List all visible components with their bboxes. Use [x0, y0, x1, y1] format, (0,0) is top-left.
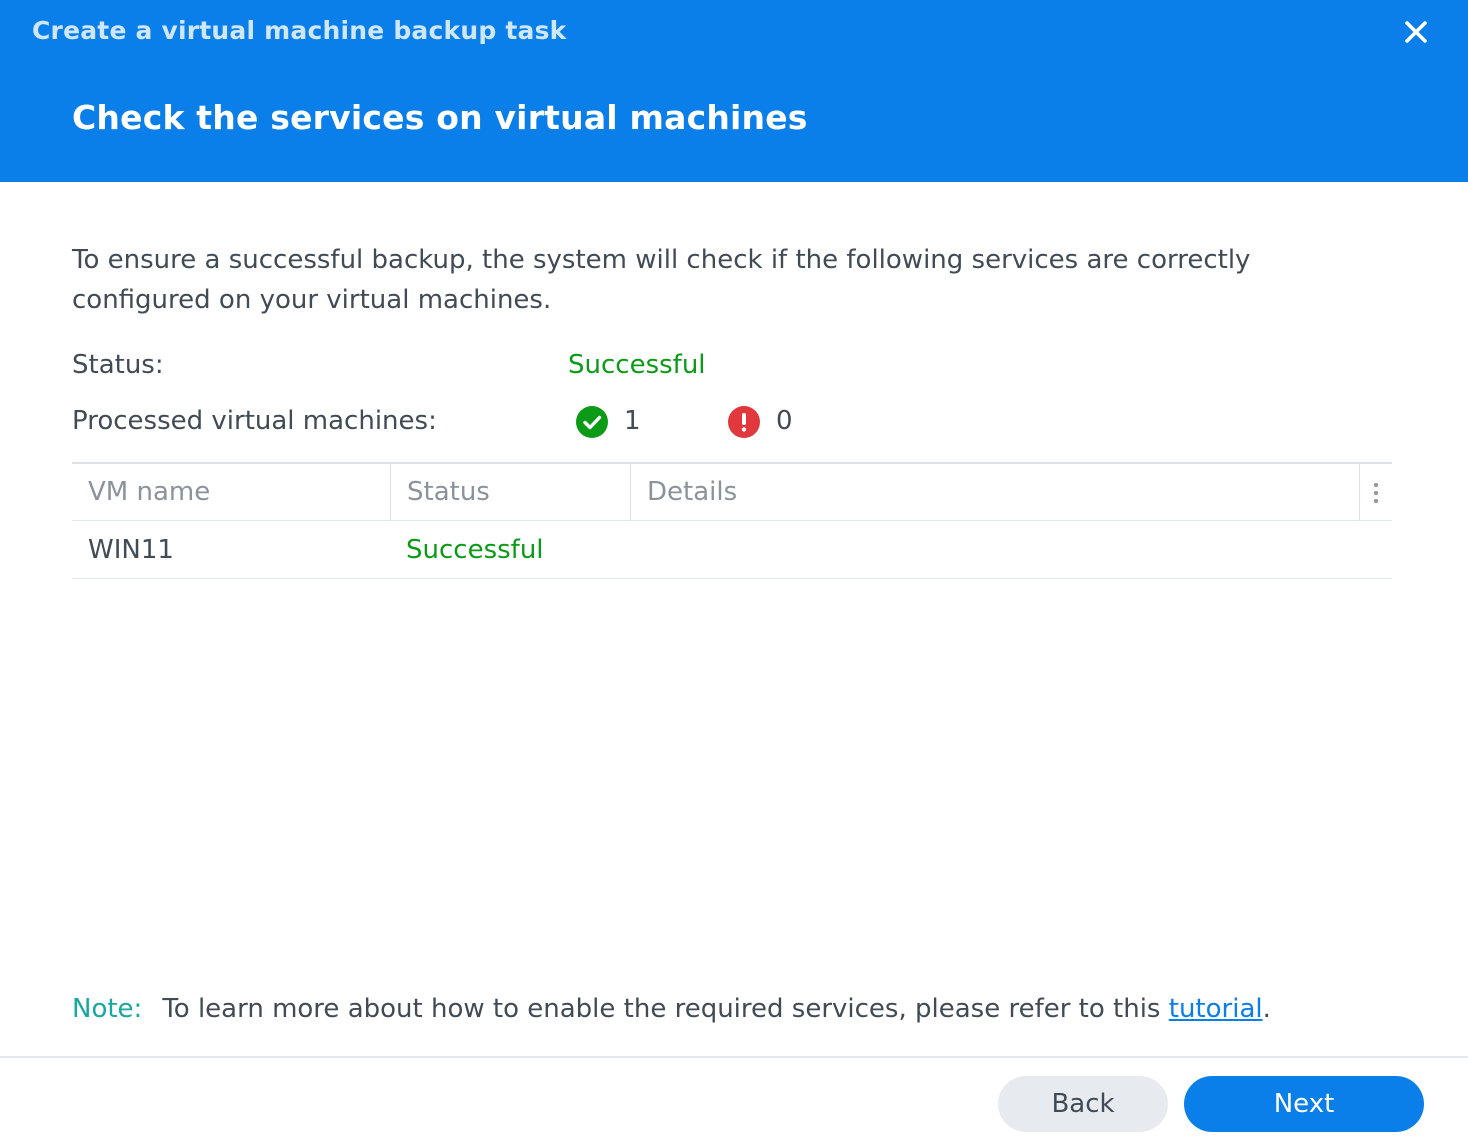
note-suffix: .: [1262, 994, 1271, 1024]
vm-check-table: VM name Status Details WIN11 Successful: [72, 462, 1392, 579]
close-icon: [1405, 21, 1427, 43]
close-button[interactable]: [1396, 14, 1436, 50]
step-title: Check the services on virtual machines: [72, 98, 808, 137]
success-count: 1: [624, 406, 641, 436]
cell-status: Successful: [406, 535, 544, 565]
note-body: To learn more about how to enable the re…: [162, 994, 1169, 1024]
note-text: Note: To learn more about how to enable t…: [72, 994, 1271, 1024]
error-count: 0: [776, 406, 793, 436]
vertical-dots-icon: [1374, 482, 1378, 503]
status-label: Status:: [72, 350, 164, 380]
column-menu-button[interactable]: [1359, 464, 1392, 521]
footer-divider: [0, 1056, 1468, 1058]
description-text: To ensure a successful backup, the syste…: [72, 245, 1251, 315]
next-button[interactable]: Next: [1184, 1076, 1424, 1132]
column-header-details[interactable]: Details: [630, 464, 1359, 521]
note-label: Note:: [72, 994, 143, 1024]
table-header: VM name Status Details: [72, 462, 1392, 521]
back-button[interactable]: Back: [998, 1076, 1168, 1132]
column-header-vm-name[interactable]: VM name: [72, 464, 390, 521]
status-value: Successful: [568, 350, 706, 380]
cell-details: [630, 521, 1359, 578]
dialog-title: Create a virtual machine backup task: [32, 16, 567, 45]
tutorial-link[interactable]: tutorial: [1169, 994, 1263, 1024]
dialog-header: Create a virtual machine backup task Che…: [0, 0, 1468, 182]
exclamation-circle-icon: [728, 406, 760, 438]
check-circle-icon: [576, 406, 608, 438]
table-row[interactable]: WIN11 Successful: [72, 521, 1392, 579]
column-header-status[interactable]: Status: [390, 464, 630, 521]
processed-vms-label: Processed virtual machines:: [72, 406, 437, 436]
cell-vm-name: WIN11: [88, 535, 174, 565]
